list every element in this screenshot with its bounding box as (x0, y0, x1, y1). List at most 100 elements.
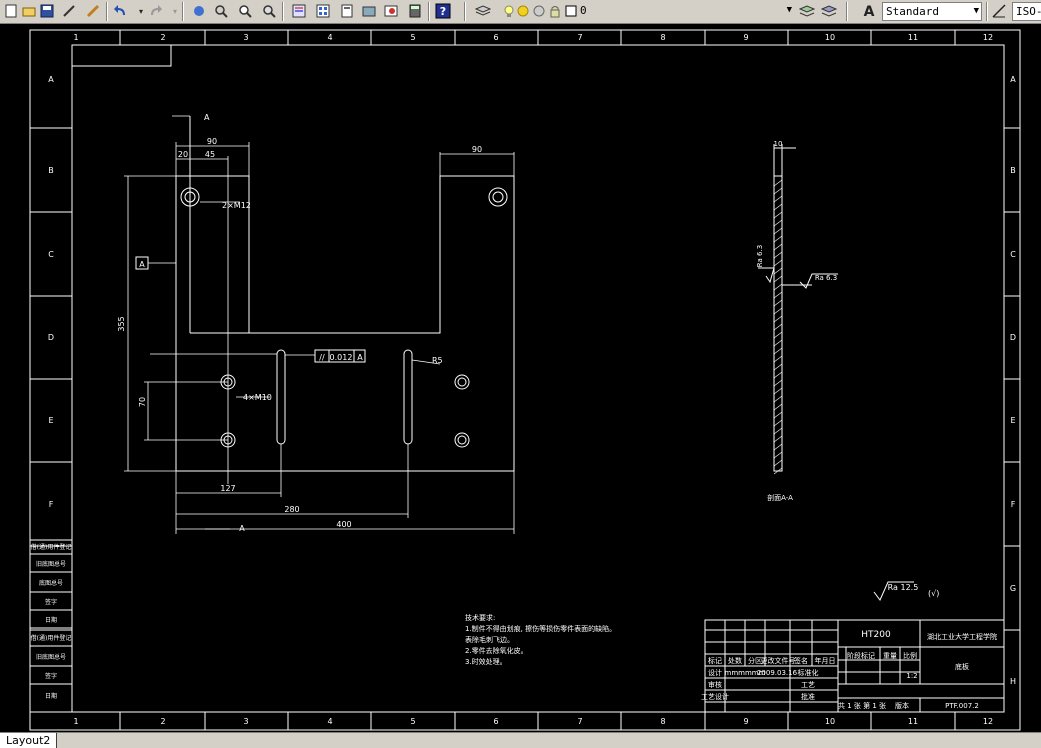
stage-col: 比例 (903, 651, 917, 660)
zoom-realtime-icon[interactable] (212, 2, 230, 20)
left-strip-text: 签字 (45, 598, 57, 606)
match-icon[interactable] (84, 2, 102, 20)
col-label: 6 (493, 717, 498, 726)
undo-icon[interactable] (112, 2, 130, 20)
open-icon[interactable] (20, 2, 38, 20)
left-strip-text: 借(通)用件登记 (31, 634, 72, 642)
col-label: 2 (160, 33, 165, 42)
help-icon[interactable]: ? (434, 2, 452, 20)
redo-icon[interactable] (146, 2, 164, 20)
tolerance-datum: A (357, 353, 363, 362)
hatch-line (773, 227, 783, 235)
hatch-line (773, 371, 783, 379)
tolerance-symbol: // (319, 353, 325, 362)
col-label: 9 (743, 717, 748, 726)
craft-label: 工艺 (801, 681, 815, 689)
col-label: 8 (660, 33, 665, 42)
row-label: C (48, 250, 54, 259)
row-label: E (48, 416, 53, 425)
col-label: 7 (577, 33, 582, 42)
drawing-canvas[interactable]: 1 2 3 4 5 6 7 8 9 10 11 12 1 2 3 4 5 6 7… (0, 24, 1041, 732)
dim-style-icon[interactable] (990, 2, 1008, 20)
col-label: 1 (73, 33, 78, 42)
hatch-line (773, 179, 783, 187)
tab-layout2[interactable]: Layout2 (0, 733, 58, 748)
note-line: 3.时效处理。 (465, 657, 507, 666)
text-style-dropdown[interactable]: Standard ▼ (882, 2, 982, 21)
scale: 1:2 (906, 672, 917, 680)
plot-icon[interactable] (60, 2, 78, 20)
note-line: 表除毛刺飞边。 (465, 635, 514, 644)
hatch-line (773, 323, 783, 331)
row-label: G (1010, 584, 1016, 593)
drawing-number: PTF.007.2 (945, 702, 979, 710)
left-strip-text: 日期 (45, 616, 57, 624)
markup-icon[interactable] (382, 2, 400, 20)
layer-dropdown[interactable]: 0 ▼ (562, 2, 794, 21)
row-label: H (1010, 677, 1016, 686)
left-strip-text: 旧底图总号 (36, 653, 66, 661)
hatch-line (773, 291, 783, 299)
dimension-text: 127 (220, 484, 235, 493)
row-label: C (1010, 250, 1016, 259)
left-strip-text: 日期 (45, 692, 57, 700)
hatch-line (773, 347, 783, 355)
radius-callout: R5 (432, 356, 443, 365)
title-row-label: 审核 (708, 680, 722, 689)
chevron-down-icon: ▼ (786, 5, 792, 15)
row-label: D (48, 333, 54, 342)
zoom-window-icon[interactable] (236, 2, 254, 20)
new-icon[interactable] (2, 2, 20, 20)
hatch-line (773, 427, 783, 435)
hatch-line (773, 307, 783, 315)
stage-col: 阶段标记 (847, 651, 875, 660)
title-row-label: 设计 (708, 668, 722, 677)
left-strip-text: 底图总号 (39, 579, 63, 587)
hatch-line (773, 395, 783, 403)
title-row-label: 工艺设计 (701, 692, 729, 701)
title-header: 标记 (708, 656, 722, 665)
sheet-set-icon[interactable] (360, 2, 378, 20)
hatch-line (773, 299, 783, 307)
hatch-line (773, 459, 783, 467)
hole-callout: 2×M12 (222, 201, 251, 210)
dimension-text: 10 (774, 140, 783, 148)
hatch-line (773, 283, 783, 291)
col-label: 6 (493, 33, 498, 42)
dimension-text: 70 (138, 397, 147, 407)
layer-state-icon[interactable] (798, 2, 816, 20)
std-label: 标准化 (798, 668, 819, 677)
hatch-line (773, 451, 783, 459)
dimension-text: 400 (336, 520, 351, 529)
properties-icon[interactable] (290, 2, 308, 20)
save-icon[interactable] (38, 2, 56, 20)
hatch-line (773, 315, 783, 323)
chevron-down-icon: ▼ (973, 6, 979, 16)
hatch-line (773, 203, 783, 211)
roughness-text: Ra 6.3 (756, 245, 764, 267)
col-label: 8 (660, 717, 665, 726)
version: 版本 (895, 701, 909, 710)
pan-icon[interactable] (190, 2, 208, 20)
left-strip-text: 签字 (45, 672, 57, 680)
col-label: 7 (577, 717, 582, 726)
layers-icon[interactable] (474, 2, 492, 20)
design-center-icon[interactable] (314, 2, 332, 20)
col-label: 10 (825, 33, 835, 42)
row-label: B (48, 166, 54, 175)
text-style-icon[interactable]: A (860, 2, 878, 20)
zoom-previous-icon[interactable] (260, 2, 278, 20)
col-label: 2 (160, 717, 165, 726)
row-label: A (48, 75, 54, 84)
design-date: 2009.03.16 (757, 669, 798, 677)
roughness-general-suffix: (√) (928, 589, 939, 598)
layer-previous-icon[interactable] (820, 2, 838, 20)
dim-style-dropdown[interactable]: ISO- (1012, 2, 1041, 21)
calculator-icon[interactable] (406, 2, 424, 20)
hatch-line (773, 403, 783, 411)
tool-palettes-icon[interactable] (338, 2, 356, 20)
approve-label: 批准 (801, 692, 815, 701)
school-name: 湖北工业大学工程学院 (927, 632, 997, 641)
dimension-text: 20 (178, 150, 188, 159)
row-label: E (1010, 416, 1015, 425)
